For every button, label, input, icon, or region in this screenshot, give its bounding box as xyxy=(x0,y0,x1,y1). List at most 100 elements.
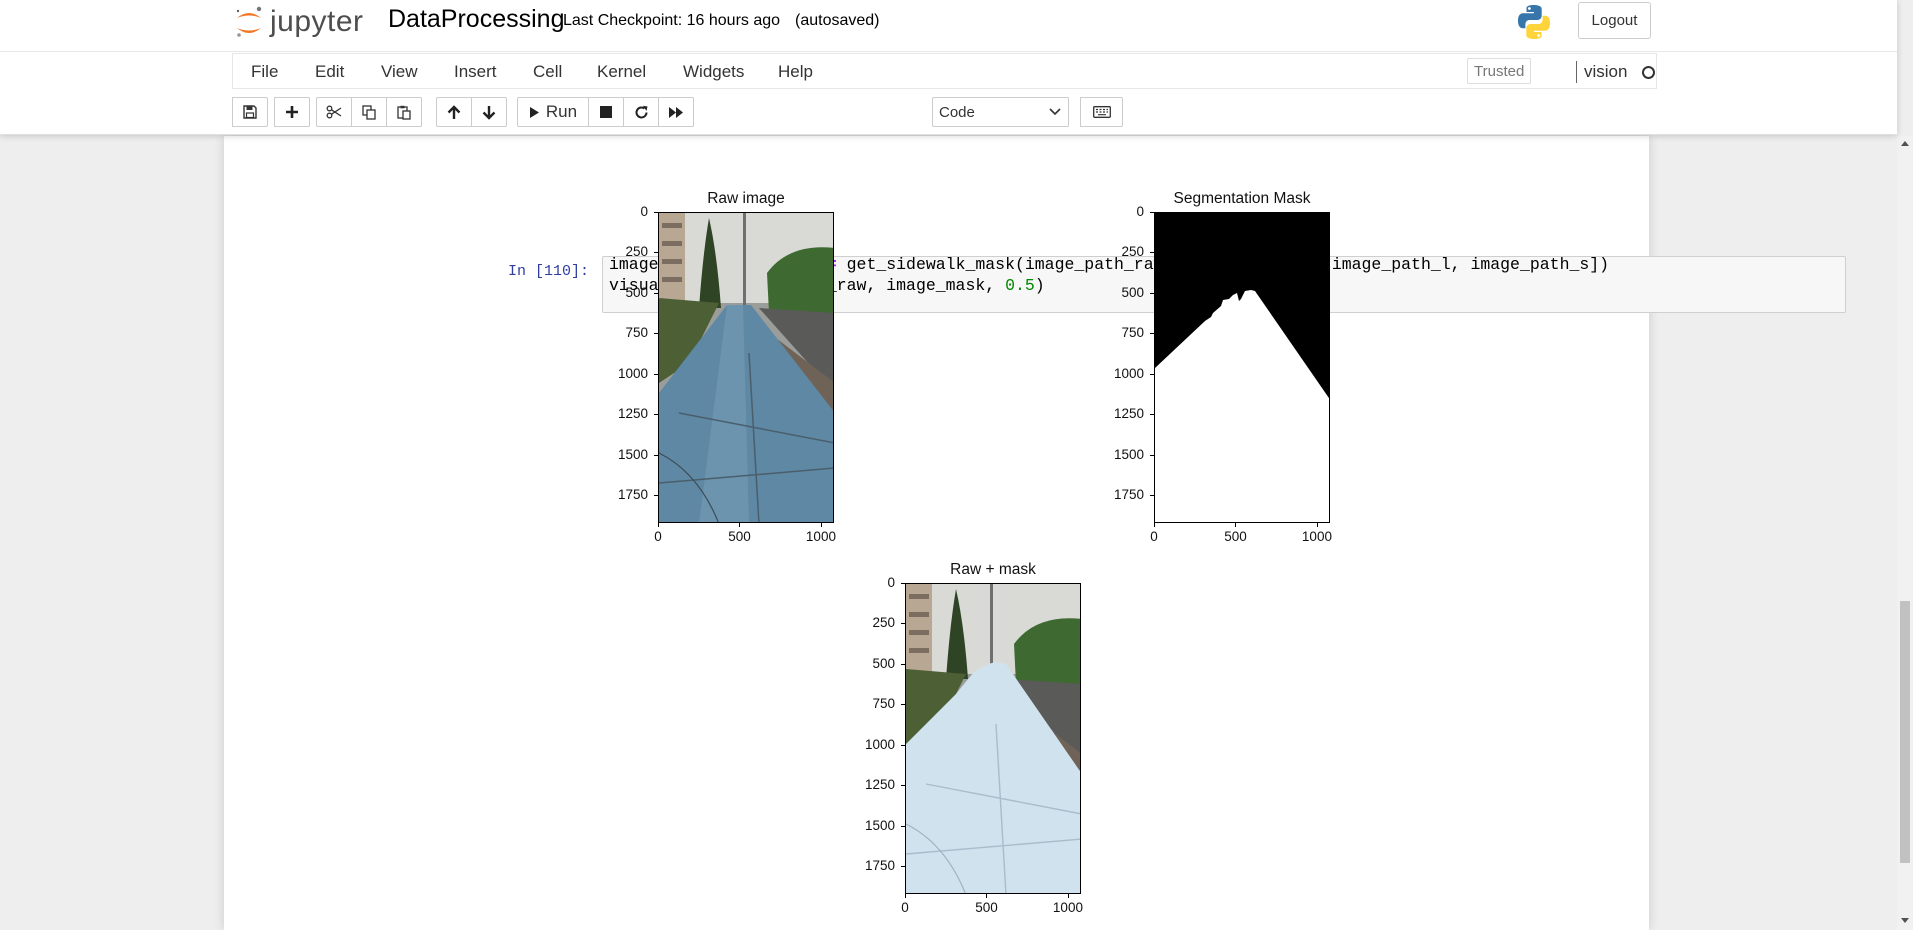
move-cell-up-button[interactable] xyxy=(436,97,472,127)
copy-icon xyxy=(362,104,376,120)
plot-title: Raw image xyxy=(707,190,785,207)
cell-type-select[interactable]: Code xyxy=(932,97,1069,127)
header: jupyter DataProcessing Last Checkpoint: … xyxy=(0,0,1897,135)
logout-button[interactable]: Logout xyxy=(1578,2,1651,39)
save-button[interactable] xyxy=(232,97,268,127)
y-tick-mark xyxy=(1150,454,1154,456)
x-tick-mark xyxy=(1316,523,1318,527)
y-tick-label: 500 xyxy=(872,655,895,671)
y-tick-label: 1250 xyxy=(1113,406,1144,422)
menu-widgets[interactable]: Widgets xyxy=(683,62,744,82)
x-tick-label: 500 xyxy=(975,900,998,915)
y-tick-mark xyxy=(1150,212,1154,213)
x-tick-label: 0 xyxy=(654,529,662,544)
y-tick-label: 1500 xyxy=(864,817,895,833)
restart-run-all-button[interactable] xyxy=(658,97,694,127)
y-tick-mark xyxy=(901,866,905,868)
code-number: 0.5 xyxy=(1005,276,1035,295)
arrow-down-icon xyxy=(482,105,496,120)
run-button-label: Run xyxy=(545,102,578,121)
y-tick-label: 250 xyxy=(625,244,648,260)
command-palette-button[interactable] xyxy=(1080,97,1123,127)
raw-plus-mask-axes xyxy=(905,583,1081,894)
menu-file[interactable]: File xyxy=(251,62,278,82)
scrollbar-thumb[interactable] xyxy=(1900,601,1910,863)
y-tick-label: 1250 xyxy=(617,406,648,422)
y-tick-label: 1500 xyxy=(617,446,648,462)
y-tick-mark xyxy=(1150,292,1154,294)
insert-cell-below-button[interactable] xyxy=(274,97,310,127)
toolbar: Run Code xyxy=(232,97,1657,129)
y-tick-label: 500 xyxy=(1121,284,1144,300)
y-tick-mark xyxy=(654,495,658,497)
autosave-status: (autosaved) xyxy=(795,12,880,29)
notebook-name[interactable]: DataProcessing xyxy=(388,5,564,34)
y-tick-label: 1750 xyxy=(864,858,895,874)
x-tick-mark xyxy=(739,523,741,527)
raw-plus-mask-picture xyxy=(906,584,1080,893)
trusted-indicator[interactable]: Trusted xyxy=(1467,58,1532,84)
kernel-name[interactable]: vision xyxy=(1584,62,1627,82)
jupyter-logo[interactable]: jupyter xyxy=(234,2,364,42)
keyboard-icon xyxy=(1092,106,1111,118)
menu-cell[interactable]: Cell xyxy=(533,62,562,82)
scroll-down-arrow-icon[interactable] xyxy=(1901,918,1909,924)
run-button[interactable]: Run xyxy=(517,97,589,127)
save-icon xyxy=(243,105,257,119)
x-tick-mark xyxy=(905,894,906,898)
y-tick-label: 0 xyxy=(887,575,895,590)
play-icon xyxy=(529,106,539,118)
x-tick-mark xyxy=(1235,523,1237,527)
scroll-up-arrow-icon[interactable] xyxy=(1901,140,1909,146)
raw-image-axes xyxy=(658,212,834,523)
x-tick-mark xyxy=(1154,523,1155,527)
copy-button[interactable] xyxy=(351,97,387,127)
paste-button[interactable] xyxy=(386,97,422,127)
plus-icon xyxy=(286,106,298,118)
clipboard-group xyxy=(316,97,422,127)
x-tick-mark xyxy=(820,523,822,527)
insert-group xyxy=(274,97,310,127)
y-tick-mark xyxy=(901,785,905,787)
stop-icon xyxy=(600,106,612,118)
y-tick-mark xyxy=(654,373,658,375)
arrow-up-icon xyxy=(447,104,461,119)
y-tick-label: 1000 xyxy=(617,365,648,381)
chevron-down-icon xyxy=(1049,108,1061,116)
y-tick-mark xyxy=(654,292,658,294)
x-tick-label: 0 xyxy=(901,900,909,915)
y-tick-label: 1250 xyxy=(864,777,895,793)
menu-help[interactable]: Help xyxy=(778,62,813,82)
y-tick-label: 750 xyxy=(872,696,895,712)
jupyter-notebook-window: jupyter DataProcessing Last Checkpoint: … xyxy=(0,0,1913,930)
restart-icon xyxy=(635,105,647,118)
y-tick-label: 750 xyxy=(1121,325,1144,341)
x-tick-label: 1000 xyxy=(1301,529,1332,544)
fast-forward-icon xyxy=(669,106,683,118)
y-tick-label: 250 xyxy=(872,615,895,631)
segmentation-mask-axes xyxy=(1154,212,1330,523)
menu-edit[interactable]: Edit xyxy=(315,62,344,82)
cut-button[interactable] xyxy=(316,97,352,127)
y-tick-label: 0 xyxy=(1136,204,1144,219)
y-tick-mark xyxy=(1150,414,1154,416)
menu-kernel[interactable]: Kernel xyxy=(597,62,646,82)
raw-image-picture xyxy=(659,213,833,522)
page-scrollbar[interactable] xyxy=(1897,136,1913,930)
y-tick-label: 0 xyxy=(640,204,648,219)
restart-kernel-button[interactable] xyxy=(623,97,659,127)
y-tick-mark xyxy=(1150,252,1154,254)
y-tick-mark xyxy=(901,583,905,584)
x-tick-label: 1000 xyxy=(805,529,836,544)
cell-input-prompt: In [110]: xyxy=(508,263,590,280)
menu-view[interactable]: View xyxy=(381,62,418,82)
y-tick-label: 250 xyxy=(1121,244,1144,260)
cell-type-value: Code xyxy=(939,103,975,121)
interrupt-kernel-button[interactable] xyxy=(588,97,624,127)
move-cell-down-button[interactable] xyxy=(471,97,507,127)
y-tick-mark xyxy=(901,744,905,746)
plot-title: Segmentation Mask xyxy=(1173,190,1311,207)
y-tick-mark xyxy=(654,252,658,254)
menu-insert[interactable]: Insert xyxy=(454,62,497,82)
x-tick-label: 500 xyxy=(1224,529,1247,544)
